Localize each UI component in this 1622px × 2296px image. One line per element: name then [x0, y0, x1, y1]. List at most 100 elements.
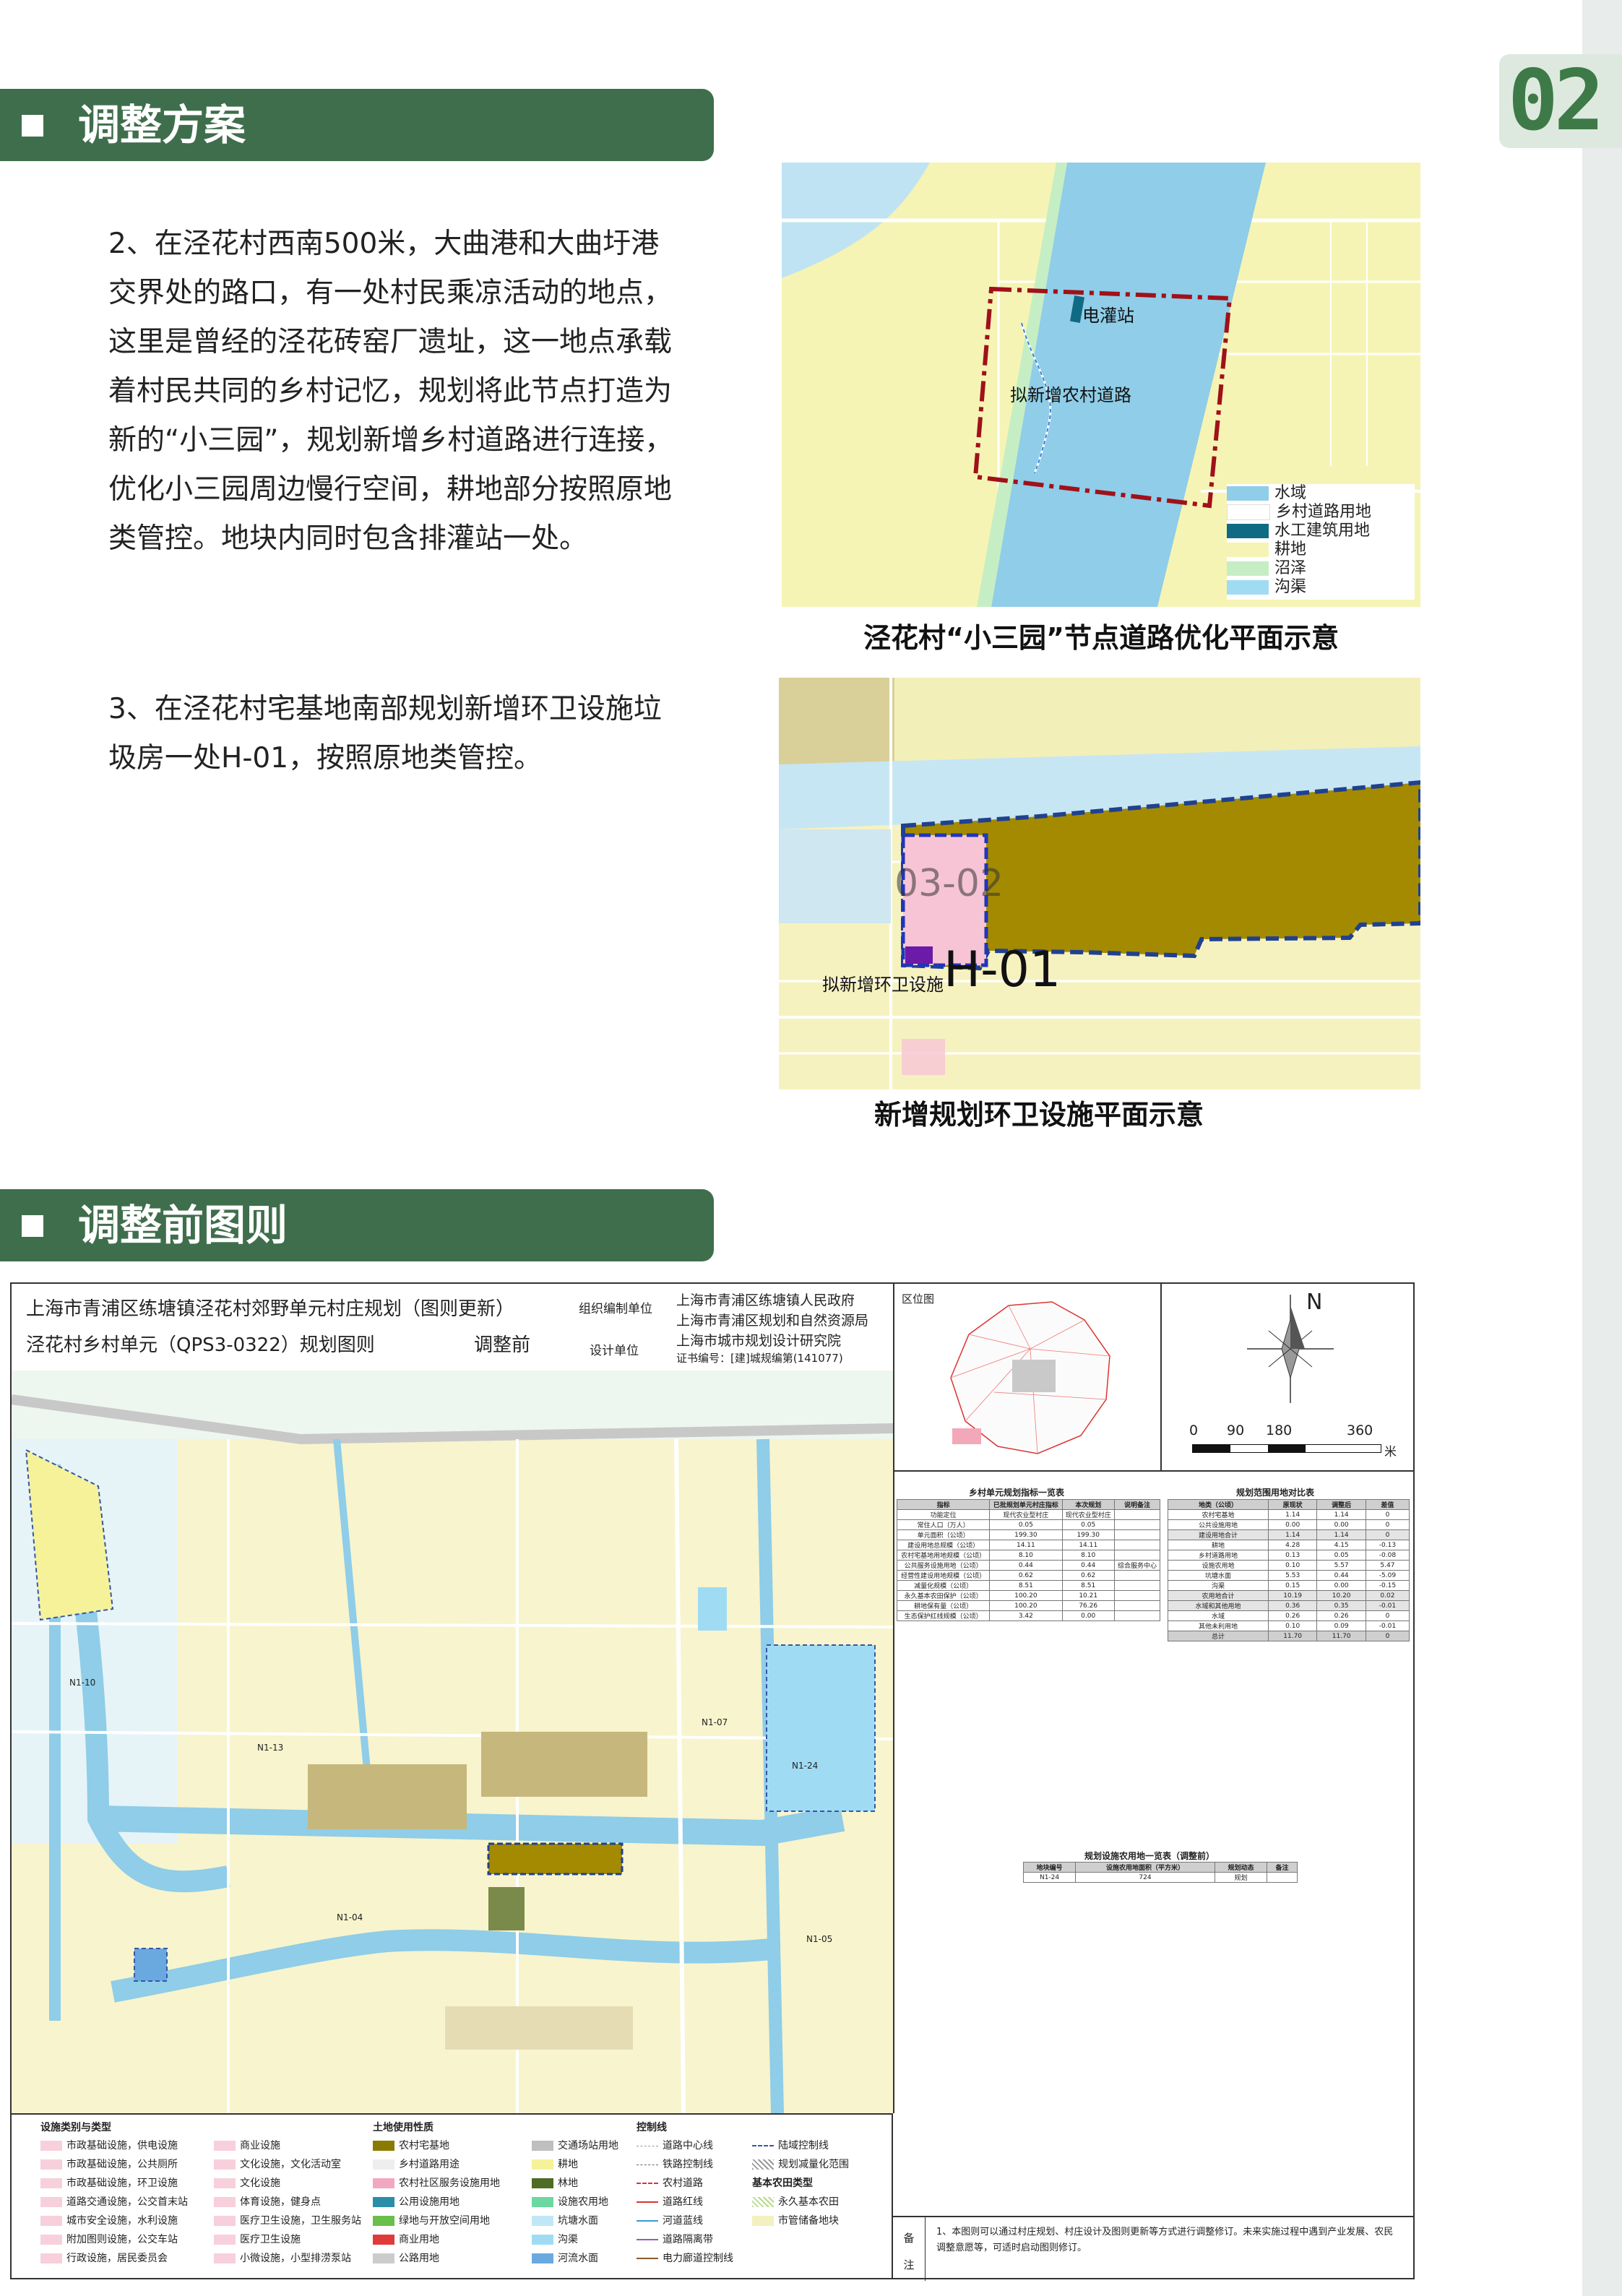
station-label: 电灌站 [1082, 306, 1134, 326]
table-cell: 8.51 [989, 1580, 1063, 1591]
legend-entry [752, 2159, 774, 2170]
farmland-swatch-icon [1227, 543, 1269, 557]
plan-title-1: 上海市青浦区练塘镇泾花村郊野单元村庄规划（图则更新） [26, 1298, 515, 1320]
legend-entry: 注 [903, 2258, 915, 2271]
table-cell: 0 [1365, 1519, 1410, 1530]
legend-entry [40, 2178, 62, 2188]
legend-entry: 公路用地 [399, 2253, 439, 2264]
page-number: 02 [1499, 54, 1622, 148]
table-cell: 水域和其他用地 [1168, 1600, 1269, 1611]
table-cell [1113, 1550, 1161, 1561]
table-cell: -0.08 [1365, 1550, 1410, 1561]
legend-entry: 控制线 [637, 2122, 667, 2133]
parcel-tag: N1-07 [702, 1717, 728, 1727]
legend-entry: 基本农田类型 [752, 2174, 849, 2193]
table-cell: 0 [1365, 1610, 1410, 1621]
plan-header: 上海市青浦区练塘镇泾花村郊野单元村庄规划（图则更新） 泾花村乡村单元（QPS3-… [12, 1284, 894, 1372]
table-cell: 0.44 [1316, 1570, 1366, 1581]
region-map-box: 区位图 [893, 1284, 1162, 1472]
section-title: 调整前图则 [78, 1201, 288, 1250]
legend-entry: 公路用地 [373, 2249, 500, 2268]
legend-entry: 电力廊道控制线 [663, 2253, 733, 2264]
legend-entry: 道路红线 [637, 2193, 733, 2211]
map2-caption: 新增规划环卫设施平面示意 [873, 1099, 1204, 1131]
table-cell: 10.21 [1061, 1590, 1115, 1601]
legend-entry: 永久基本农田 [752, 2193, 849, 2211]
table-cell: 设施农用地 [1168, 1560, 1269, 1571]
table-cell: 10.20 [1316, 1590, 1366, 1601]
legend-entry [373, 2159, 394, 2170]
legend-entry: 道路隔离带 [663, 2234, 713, 2245]
legend-entry: 市政基础设施，供电设施 [66, 2140, 178, 2152]
legend-entry: 河流水面 [558, 2253, 598, 2264]
legend-label: 水域 [1274, 484, 1307, 502]
legend-entry: 设施农用地 [532, 2193, 618, 2211]
map1-legend: 水域 乡村道路用地 水工建筑用地 耕地 沼泽 沟渠 [1227, 484, 1415, 600]
table-cell: 0.00 [1061, 1610, 1115, 1621]
legend-entry [40, 2159, 62, 2170]
legend-entry: 永久基本农田 [778, 2196, 839, 2208]
legend-label: 耕地 [1274, 540, 1307, 558]
table-header-cell: 指标 [896, 1499, 991, 1510]
legend-row: 乡村道路用地 [1227, 503, 1415, 522]
legend-entry [532, 2235, 553, 2245]
table-cell: 11.70 [1267, 1631, 1318, 1641]
hydraulic-swatch-icon [1227, 524, 1269, 538]
legend-entry: 林地 [532, 2174, 618, 2193]
scale-bar [1192, 1444, 1381, 1453]
table-cell: 0.05 [989, 1519, 1063, 1530]
paragraph-item-3: 3、在泾花村宅基地南部规划新增环卫设施垃 圾房一处H-01，按照原地类管控。 [108, 685, 708, 783]
table2-title: 规划范围用地对比表 [1236, 1488, 1315, 1498]
text-line: 3、在泾花村宅基地南部规划新增环卫设施垃 [108, 693, 662, 725]
table-cell: 11.70 [1316, 1631, 1366, 1641]
notes-label: 备 注 [893, 2217, 926, 2281]
plan-sheet: 上海市青浦区练塘镇泾花村郊野单元村庄规划（图则更新） 泾花村乡村单元（QPS3-… [10, 1282, 1415, 2281]
legend-entry [373, 2197, 394, 2207]
table-cell: 14.11 [1061, 1540, 1115, 1550]
legend-entry [373, 2178, 394, 2188]
legend-entry: 农村宅基地 [373, 2136, 500, 2155]
legend-entry [214, 2235, 236, 2245]
table-cell: 0.00 [1267, 1519, 1318, 1530]
table-header-cell: 已批规划单元村庄指标 [989, 1499, 1063, 1510]
legend-entry: 乡村道路用途 [399, 2159, 460, 2170]
square-bullet-icon [22, 115, 43, 137]
table-cell: 总计 [1168, 1631, 1269, 1641]
legend-entry: 商业设施 [214, 2136, 361, 2155]
legend-entry: 交通场站用地 [532, 2136, 618, 2155]
legend-row: 水工建筑用地 [1227, 522, 1415, 540]
table-cell: 功能定位 [896, 1509, 991, 1520]
table-header-cell: 地块编号 [1022, 1862, 1077, 1873]
legend-entry [637, 2201, 658, 2203]
table-cell: 其他未利用地 [1168, 1620, 1269, 1631]
legend-entry [752, 2216, 774, 2226]
table-cell: -0.15 [1365, 1580, 1410, 1591]
table-cell: 农村宅基地用地规模（公顷） [896, 1550, 991, 1561]
legend-entry: 医疗卫生设施 [214, 2230, 361, 2249]
table-cell: 耕地 [1168, 1540, 1269, 1550]
legend-entry: 商业设施 [240, 2140, 280, 2152]
table-cell [1113, 1519, 1161, 1530]
plan-status: 调整前 [474, 1334, 531, 1356]
table-cell [1113, 1529, 1161, 1540]
square-bullet-icon [22, 1215, 43, 1237]
table-cell: 农用地合计 [1168, 1590, 1269, 1601]
legend-entry: 陆域控制线 [778, 2140, 829, 2152]
parcel-tag: N1-24 [792, 1761, 819, 1771]
table-cell: 1.14 [1267, 1509, 1318, 1520]
legend-entry: 市管储备地块 [752, 2211, 849, 2230]
legend-column: 交通场站用地 耕地 林地 设施农用地 坑塘水面 沟渠 河流水面 [532, 2136, 618, 2268]
table-cell: 乡村道路用地 [1168, 1550, 1269, 1561]
marsh-swatch-icon [1227, 561, 1269, 576]
table-cell: 14.11 [989, 1540, 1063, 1550]
table-cell: N1-24 [1022, 1872, 1077, 1883]
legend-entry: 文化设施 [240, 2178, 280, 2189]
table-cell: 100.20 [989, 1590, 1063, 1601]
map-drawing [779, 678, 1420, 1089]
table-cell: 4.28 [1267, 1540, 1318, 1550]
legend-entry: 耕地 [558, 2159, 578, 2170]
legend-entry: 铁路控制线 [663, 2159, 713, 2170]
parcel-tag: N1-13 [257, 1743, 284, 1753]
legend-entry: 绿地与开放空间用地 [373, 2211, 500, 2230]
code-label: H-01 [944, 941, 1061, 998]
